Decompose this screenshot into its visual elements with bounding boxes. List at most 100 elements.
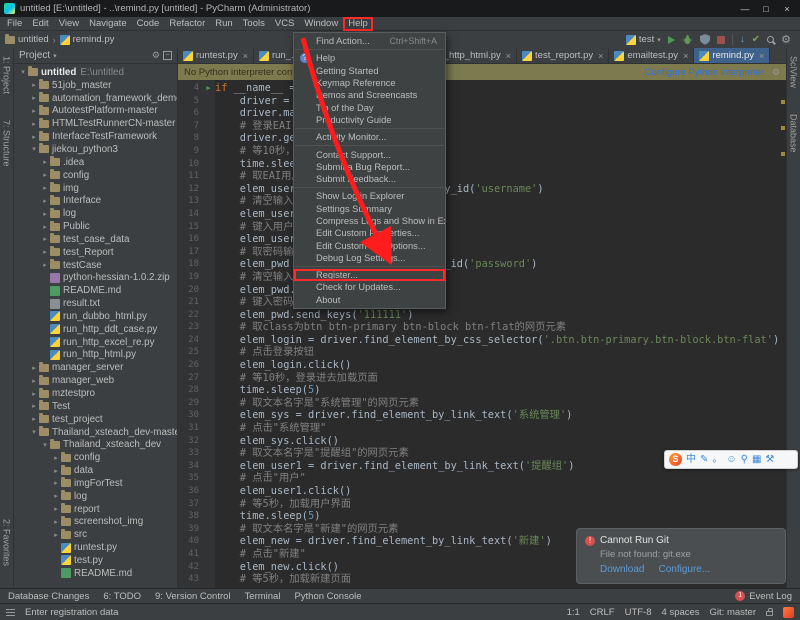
menu-navigate[interactable]: Navigate xyxy=(84,17,132,31)
tree-item-log[interactable]: ▸log xyxy=(14,207,177,220)
run-button[interactable] xyxy=(668,36,675,44)
tree-item-interface[interactable]: ▸Interface xyxy=(14,194,177,207)
tree-item-log[interactable]: ▸log xyxy=(14,490,177,503)
tree-item-jiekou-python3[interactable]: ▾jiekou_python3 xyxy=(14,143,177,156)
menu-item-find-action[interactable]: Find Action...Ctrl+Shift+A xyxy=(294,35,445,47)
menu-item-tip-of-the-day[interactable]: Tip of the Day xyxy=(294,101,445,113)
menu-item-submit-a-bug-report[interactable]: Submit a Bug Report... xyxy=(294,161,445,173)
tree-item-config[interactable]: ▸config xyxy=(14,169,177,182)
editor-tab-remind-py[interactable]: remind.py× xyxy=(694,48,770,63)
menu-item-productivity-guide[interactable]: Productivity Guide xyxy=(294,114,445,126)
menu-item-activity-monitor[interactable]: Activity Monitor... xyxy=(294,131,445,143)
emoji-icon[interactable]: ☺ xyxy=(726,451,736,468)
maximize-button[interactable]: □ xyxy=(757,2,775,15)
tool-button-7-structure[interactable]: 7: Structure xyxy=(2,120,12,167)
tree-item-screenshot-img[interactable]: ▸screenshot_img xyxy=(14,516,177,529)
tree-item-public[interactable]: ▸Public xyxy=(14,220,177,233)
tree-item-run-http-excel-re-py[interactable]: run_http_excel_re.py xyxy=(14,336,177,349)
menu-window[interactable]: Window xyxy=(299,17,343,31)
toolbox-icon[interactable]: ⚒ xyxy=(765,451,774,468)
tree-item-run-http-html-py[interactable]: run_http_html.py xyxy=(14,349,177,362)
menu-refactor[interactable]: Refactor xyxy=(164,17,210,31)
tree-item-test[interactable]: ▸Test xyxy=(14,400,177,413)
menu-item-about[interactable]: About xyxy=(294,294,445,306)
status-utf-8[interactable]: UTF-8 xyxy=(625,607,652,618)
tree-item-test-project[interactable]: ▸test_project xyxy=(14,413,177,426)
menu-item-compress-logs-and-show-in-explorer[interactable]: Compress Logs and Show in Explorer xyxy=(294,215,445,227)
tree-item-thailand-xsteach-dev-master[interactable]: ▾Thailand_xsteach_dev-master xyxy=(14,426,177,439)
tree-item-manager-web[interactable]: ▸manager_web xyxy=(14,374,177,387)
tree-item-testcase[interactable]: ▸testCase xyxy=(14,259,177,272)
tree-item-automation-framework-demo[interactable]: ▸automation_framework_demo xyxy=(14,92,177,105)
tool-button-event-log[interactable]: Event Log xyxy=(749,591,792,602)
chinese-mode-icon[interactable]: 中 xyxy=(686,451,696,468)
menu-run[interactable]: Run xyxy=(210,17,237,31)
link-download[interactable]: Download xyxy=(600,564,644,575)
menu-vcs[interactable]: VCS xyxy=(270,17,300,31)
tree-item-src[interactable]: ▸src xyxy=(14,528,177,541)
tree-item-imgfortest[interactable]: ▸imgForTest xyxy=(14,477,177,490)
breadcrumb-untitled[interactable]: untitled xyxy=(5,34,49,45)
tree-item-data[interactable]: ▸data xyxy=(14,464,177,477)
status-git-master[interactable]: Git: master xyxy=(710,607,756,618)
coverage-icon[interactable] xyxy=(700,34,710,45)
ime-indicator-icon[interactable] xyxy=(783,607,794,618)
tree-item-result-txt[interactable]: result.txt xyxy=(14,297,177,310)
menu-grid-icon[interactable] xyxy=(6,609,15,616)
menu-item-edit-custom-vm-options[interactable]: Edit Custom VM Options... xyxy=(294,239,445,251)
code-editor[interactable]: 4▶if __name__ == '__main__':5 driver = w… xyxy=(178,80,786,588)
tool-button-terminal[interactable]: Terminal xyxy=(245,591,281,602)
search-everywhere-icon[interactable] xyxy=(767,36,774,43)
tree-item-test-py[interactable]: test.py xyxy=(14,554,177,567)
punctuation-icon[interactable]: 。 xyxy=(712,451,722,468)
settings-gear-icon[interactable]: ⚙ xyxy=(781,35,791,45)
tree-item-test-case-data[interactable]: ▸test_case_data xyxy=(14,233,177,246)
tool-button-sciview[interactable]: SciView xyxy=(789,56,799,88)
run-config-selector[interactable]: test ▾ xyxy=(626,34,661,45)
menu-item-settings-summary[interactable]: Settings Summary xyxy=(294,203,445,215)
link-configure[interactable]: Configure... xyxy=(658,564,710,575)
menu-item-getting-started[interactable]: Getting Started xyxy=(294,65,445,77)
tree-item-img[interactable]: ▸img xyxy=(14,182,177,195)
tree-item-untitled[interactable]: ▾untitledE:\untitled xyxy=(14,66,177,79)
close-icon[interactable]: × xyxy=(683,51,688,61)
tree-item-run-dubbo-html-py[interactable]: run_dubbo_html.py xyxy=(14,310,177,323)
menu-item-check-for-updates[interactable]: Check for Updates... xyxy=(294,281,445,293)
editor-tab-test-report-py[interactable]: test_report.py× xyxy=(517,48,609,63)
tool-button-2-favorites[interactable]: 2: Favorites xyxy=(2,519,12,566)
menu-item-contact-support[interactable]: Contact Support... xyxy=(294,148,445,160)
tree-item-manager-server[interactable]: ▸manager_server xyxy=(14,361,177,374)
close-button[interactable]: × xyxy=(778,2,796,15)
menu-tools[interactable]: Tools xyxy=(238,17,270,31)
status-4-spaces[interactable]: 4 spaces xyxy=(662,607,700,618)
tree-item-readme-md[interactable]: README.md xyxy=(14,284,177,297)
menu-item-debug-log-settings[interactable]: Debug Log Settings... xyxy=(294,252,445,264)
close-icon[interactable]: × xyxy=(759,51,764,61)
tree-item-interfacetestframework[interactable]: ▸InterfaceTestFramework xyxy=(14,130,177,143)
editor-tab-emailtest-py[interactable]: emailtest.py× xyxy=(609,48,694,63)
menu-help[interactable]: Help xyxy=(343,17,373,31)
settings-gear-icon[interactable]: ⚙ xyxy=(152,50,160,61)
minimize-button[interactable]: — xyxy=(736,2,754,15)
sogou-logo[interactable]: S xyxy=(669,453,682,466)
close-icon[interactable]: × xyxy=(243,51,248,61)
tool-button-1-project[interactable]: 1: Project xyxy=(2,56,12,94)
menu-item-register[interactable]: Register... xyxy=(294,269,445,281)
menu-item-submit-feedback[interactable]: Submit Feedback... xyxy=(294,173,445,185)
close-icon[interactable]: × xyxy=(506,51,511,61)
lock-icon[interactable] xyxy=(766,611,773,616)
status-crlf[interactable]: CRLF xyxy=(590,607,615,618)
keyboard-icon[interactable]: ▦ xyxy=(752,451,761,468)
tree-item-test-report[interactable]: ▸test_Report xyxy=(14,246,177,259)
tree-item-mztestpro[interactable]: ▸mztestpro xyxy=(14,387,177,400)
menu-item-demos-and-screencasts[interactable]: Demos and Screencasts xyxy=(294,89,445,101)
tree-item-run-http-ddt-case-py[interactable]: run_http_ddt_case.py xyxy=(14,323,177,336)
editor-tab-runtest-py[interactable]: runtest.py× xyxy=(178,48,254,63)
stop-button[interactable] xyxy=(717,36,725,44)
tool-button-9-version-control[interactable]: 9: Version Control xyxy=(155,591,231,602)
chevron-down-icon[interactable]: ▾ xyxy=(53,52,57,60)
menu-file[interactable]: File xyxy=(2,17,27,31)
menu-item-edit-custom-properties[interactable]: Edit Custom Properties... xyxy=(294,227,445,239)
status-1-1[interactable]: 1:1 xyxy=(567,607,580,618)
menu-item-show-log-in-explorer[interactable]: Show Log in Explorer xyxy=(294,190,445,202)
